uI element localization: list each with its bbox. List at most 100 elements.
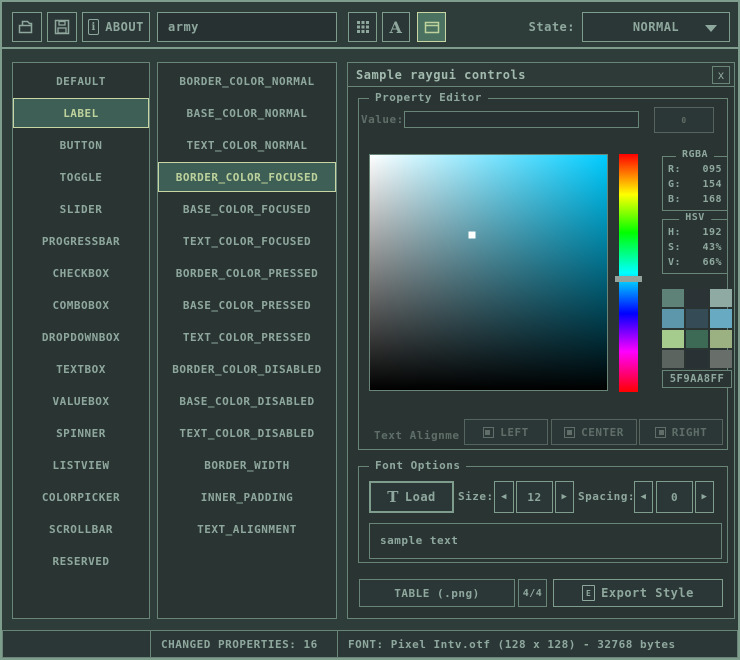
- controls-listview: DEFAULTLABELBUTTONTOGGLESLIDERPROGRESSBA…: [12, 62, 150, 619]
- style-color-swatch[interactable]: [710, 350, 732, 368]
- font-load-button[interactable]: T Load: [369, 481, 454, 513]
- property-item-text_color_disabled[interactable]: TEXT_COLOR_DISABLED: [158, 418, 336, 448]
- style-color-swatch[interactable]: [662, 330, 684, 348]
- align-center-button[interactable]: CENTER: [551, 419, 637, 445]
- control-item-combobox[interactable]: COMBOBOX: [13, 290, 149, 320]
- style-color-swatch[interactable]: [710, 289, 732, 307]
- property-item-base_color_pressed[interactable]: BASE_COLOR_PRESSED: [158, 290, 336, 320]
- align-right-label: RIGHT: [672, 426, 708, 439]
- color-picker-marker[interactable]: [468, 231, 475, 238]
- property-item-border_width[interactable]: BORDER_WIDTH: [158, 450, 336, 480]
- property-editor-group: Property Editor Value: 0 RGBA R:095 G:15…: [358, 98, 728, 450]
- export-style-button[interactable]: E Export Style: [553, 579, 723, 607]
- property-item-base_color_disabled[interactable]: BASE_COLOR_DISABLED: [158, 386, 336, 416]
- control-item-default[interactable]: DEFAULT: [13, 66, 149, 96]
- control-item-scrollbar[interactable]: SCROLLBAR: [13, 514, 149, 544]
- save-style-button[interactable]: [47, 12, 77, 42]
- control-item-textbox[interactable]: TEXTBOX: [13, 354, 149, 384]
- export-format-dropdown[interactable]: TABLE (.png): [359, 579, 515, 607]
- b-label: B:: [668, 194, 681, 205]
- control-item-checkbox[interactable]: CHECKBOX: [13, 258, 149, 288]
- font-size-decrease-button[interactable]: ◀: [494, 481, 514, 513]
- property-item-base_color_normal[interactable]: BASE_COLOR_NORMAL: [158, 98, 336, 128]
- align-right-button[interactable]: RIGHT: [639, 419, 723, 445]
- view-font-button[interactable]: A: [382, 12, 410, 42]
- control-item-progressbar[interactable]: PROGRESSBAR: [13, 226, 149, 256]
- align-left-label: LEFT: [500, 426, 529, 439]
- window-titlebar[interactable]: Sample raygui controls: [348, 63, 734, 87]
- align-center-label: CENTER: [581, 426, 624, 439]
- property-item-text_alignment[interactable]: TEXT_ALIGNMENT: [158, 514, 336, 544]
- view-grid-button[interactable]: [348, 12, 377, 42]
- about-button-label: ABOUT: [105, 20, 144, 34]
- control-item-colorpicker[interactable]: COLORPICKER: [13, 482, 149, 512]
- style-color-swatch[interactable]: [710, 330, 732, 348]
- arrow-left-icon: ◀: [641, 492, 647, 502]
- close-icon[interactable]: x: [712, 66, 730, 84]
- g-label: G:: [668, 179, 681, 190]
- value-input[interactable]: [404, 111, 639, 128]
- sample-text-input[interactable]: sample text: [369, 523, 722, 559]
- control-item-slider[interactable]: SLIDER: [13, 194, 149, 224]
- arrow-right-icon: ▶: [702, 492, 708, 502]
- align-left-button[interactable]: LEFT: [464, 419, 548, 445]
- status-changed-properties: CHANGED PROPERTIES: 16: [150, 630, 338, 658]
- font-spacing-decrease-button[interactable]: ◀: [634, 481, 653, 513]
- property-item-border_color_normal[interactable]: BORDER_COLOR_NORMAL: [158, 66, 336, 96]
- control-item-toggle[interactable]: TOGGLE: [13, 162, 149, 192]
- rguistyler-window: i ABOUT A State: NORMAL: [0, 0, 740, 660]
- font-spacing-value[interactable]: 0: [656, 481, 693, 513]
- style-color-swatch[interactable]: [662, 309, 684, 327]
- font-spacing-label: Spacing:: [578, 490, 635, 503]
- folder-open-icon: [18, 19, 36, 35]
- hex-color-input[interactable]: 5F9AA8FF: [662, 370, 732, 388]
- hue-bar[interactable]: [619, 154, 638, 392]
- b-value: 168: [702, 194, 722, 205]
- text-alignment-label: Text Alignme: [374, 429, 462, 442]
- style-color-swatch[interactable]: [686, 309, 708, 327]
- align-left-icon: [483, 427, 494, 438]
- open-style-button[interactable]: [12, 12, 42, 42]
- style-color-swatch[interactable]: [710, 309, 732, 327]
- hue-slider[interactable]: [615, 276, 642, 282]
- control-item-label[interactable]: LABEL: [13, 98, 149, 128]
- g-value: 154: [702, 179, 722, 190]
- font-spacing-increase-button[interactable]: ▶: [695, 481, 714, 513]
- h-value: 192: [702, 227, 722, 238]
- property-item-border_color_focused[interactable]: BORDER_COLOR_FOCUSED: [158, 162, 336, 192]
- property-item-border_color_disabled[interactable]: BORDER_COLOR_DISABLED: [158, 354, 336, 384]
- sample-controls-window: Sample raygui controls x Property Editor…: [347, 62, 735, 619]
- value-apply-button[interactable]: 0: [654, 107, 714, 133]
- control-item-listview[interactable]: LISTVIEW: [13, 450, 149, 480]
- control-item-dropdownbox[interactable]: DROPDOWNBOX: [13, 322, 149, 352]
- state-dropdown-value: NORMAL: [633, 20, 679, 34]
- style-name-input[interactable]: [157, 12, 337, 42]
- control-item-reserved[interactable]: RESERVED: [13, 546, 149, 576]
- align-right-icon: [655, 427, 666, 438]
- property-item-text_color_normal[interactable]: TEXT_COLOR_NORMAL: [158, 130, 336, 160]
- style-color-swatch[interactable]: [686, 350, 708, 368]
- info-icon: i: [88, 19, 99, 35]
- font-size-increase-button[interactable]: ▶: [555, 481, 574, 513]
- style-color-swatch[interactable]: [686, 330, 708, 348]
- style-color-swatch[interactable]: [662, 289, 684, 307]
- property-item-inner_padding[interactable]: INNER_PADDING: [158, 482, 336, 512]
- font-size-value[interactable]: 12: [516, 481, 553, 513]
- property-item-border_color_pressed[interactable]: BORDER_COLOR_PRESSED: [158, 258, 336, 288]
- color-picker-panel[interactable]: [369, 154, 608, 391]
- property-item-base_color_focused[interactable]: BASE_COLOR_FOCUSED: [158, 194, 336, 224]
- style-color-swatch[interactable]: [662, 350, 684, 368]
- state-dropdown[interactable]: NORMAL: [582, 12, 730, 42]
- v-label: V:: [668, 257, 681, 268]
- control-item-button[interactable]: BUTTON: [13, 130, 149, 160]
- about-button[interactable]: i ABOUT: [82, 12, 150, 42]
- font-load-label: Load: [405, 490, 436, 504]
- view-controls-button[interactable]: [417, 12, 446, 42]
- property-item-text_color_pressed[interactable]: TEXT_COLOR_PRESSED: [158, 322, 336, 352]
- align-center-icon: [564, 427, 575, 438]
- property-item-text_color_focused[interactable]: TEXT_COLOR_FOCUSED: [158, 226, 336, 256]
- arrow-left-icon: ◀: [501, 492, 507, 502]
- style-color-swatch[interactable]: [686, 289, 708, 307]
- control-item-valuebox[interactable]: VALUEBOX: [13, 386, 149, 416]
- control-item-spinner[interactable]: SPINNER: [13, 418, 149, 448]
